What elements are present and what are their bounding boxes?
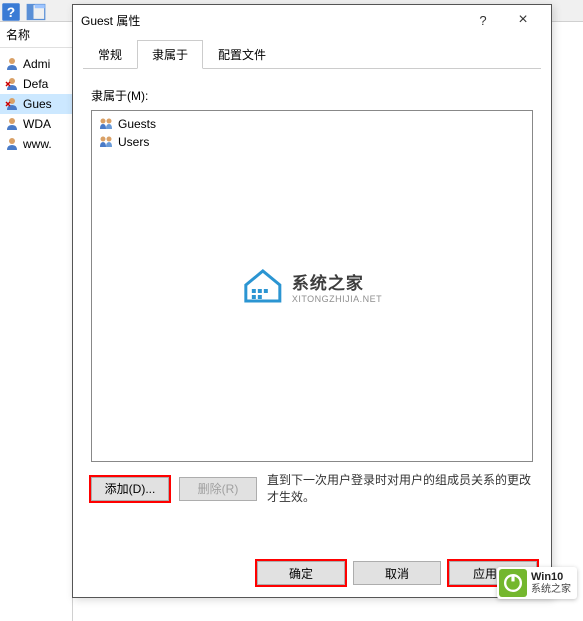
tab-member-of[interactable]: 隶属于: [137, 40, 203, 69]
user-icon: [4, 76, 20, 92]
help-button[interactable]: ?: [463, 6, 503, 34]
watermark: 系统之家 XITONGZHIJIA.NET: [242, 267, 382, 305]
user-label: Defa: [23, 77, 48, 91]
member-item[interactable]: Guests: [96, 115, 528, 133]
user-label: Gues: [23, 97, 52, 111]
cancel-button[interactable]: 取消: [353, 561, 441, 585]
dialog-title: Guest 属性: [81, 12, 463, 29]
users-panel: 名称 Admi Defa Gues WDA www.: [0, 22, 73, 621]
ok-button[interactable]: 确定: [257, 561, 345, 585]
properties-dialog: Guest 属性 ? × 常规 隶属于 配置文件 隶属于(M): Guests …: [72, 4, 552, 598]
user-label: Admi: [23, 57, 50, 71]
user-label: www.: [23, 137, 52, 151]
user-icon: [4, 56, 20, 72]
member-of-label: 隶属于(M):: [91, 87, 533, 104]
panel-icon[interactable]: [26, 2, 46, 20]
user-row[interactable]: Defa: [0, 74, 72, 94]
help-icon[interactable]: ?: [1, 2, 21, 20]
group-icon: [98, 116, 114, 132]
group-icon: [98, 134, 114, 150]
user-icon: [4, 96, 20, 112]
user-row[interactable]: WDA: [0, 114, 72, 134]
column-header-name[interactable]: 名称: [0, 22, 72, 48]
badge-logo-icon: [499, 569, 527, 597]
membership-note: 直到下一次用户登录时对用户的组成员关系的更改才生效。: [267, 472, 533, 506]
close-button[interactable]: ×: [503, 6, 543, 34]
user-icon: [4, 136, 20, 152]
user-row[interactable]: www.: [0, 134, 72, 154]
svg-text:?: ?: [7, 5, 15, 20]
tab-profile[interactable]: 配置文件: [203, 40, 281, 69]
user-row[interactable]: Gues: [0, 94, 72, 114]
member-list[interactable]: Guests Users 系统之家 XITONGZHIJIA.NET: [91, 110, 533, 462]
user-label: WDA: [23, 117, 51, 131]
dialog-titlebar[interactable]: Guest 属性 ? ×: [73, 5, 551, 35]
badge-title: Win10: [531, 571, 571, 583]
tab-content: 隶属于(M): Guests Users 系统之家 XITONGZHIJIA.: [73, 69, 551, 516]
remove-button[interactable]: 删除(R): [179, 477, 257, 501]
site-badge: Win10 系统之家: [497, 567, 577, 599]
badge-subtitle: 系统之家: [531, 584, 571, 595]
member-label: Guests: [118, 117, 156, 131]
watermark-subtitle: XITONGZHIJIA.NET: [292, 294, 382, 304]
user-row[interactable]: Admi: [0, 54, 72, 74]
watermark-title: 系统之家: [292, 269, 382, 294]
add-button[interactable]: 添加(D)...: [91, 477, 169, 501]
tab-strip: 常规 隶属于 配置文件: [83, 39, 541, 69]
user-icon: [4, 116, 20, 132]
member-item[interactable]: Users: [96, 133, 528, 151]
watermark-logo-icon: [242, 267, 284, 305]
member-label: Users: [118, 135, 149, 149]
user-list[interactable]: Admi Defa Gues WDA www.: [0, 48, 72, 154]
dialog-button-row: 确定 取消 应用(A): [257, 561, 537, 585]
tab-general[interactable]: 常规: [83, 40, 137, 69]
